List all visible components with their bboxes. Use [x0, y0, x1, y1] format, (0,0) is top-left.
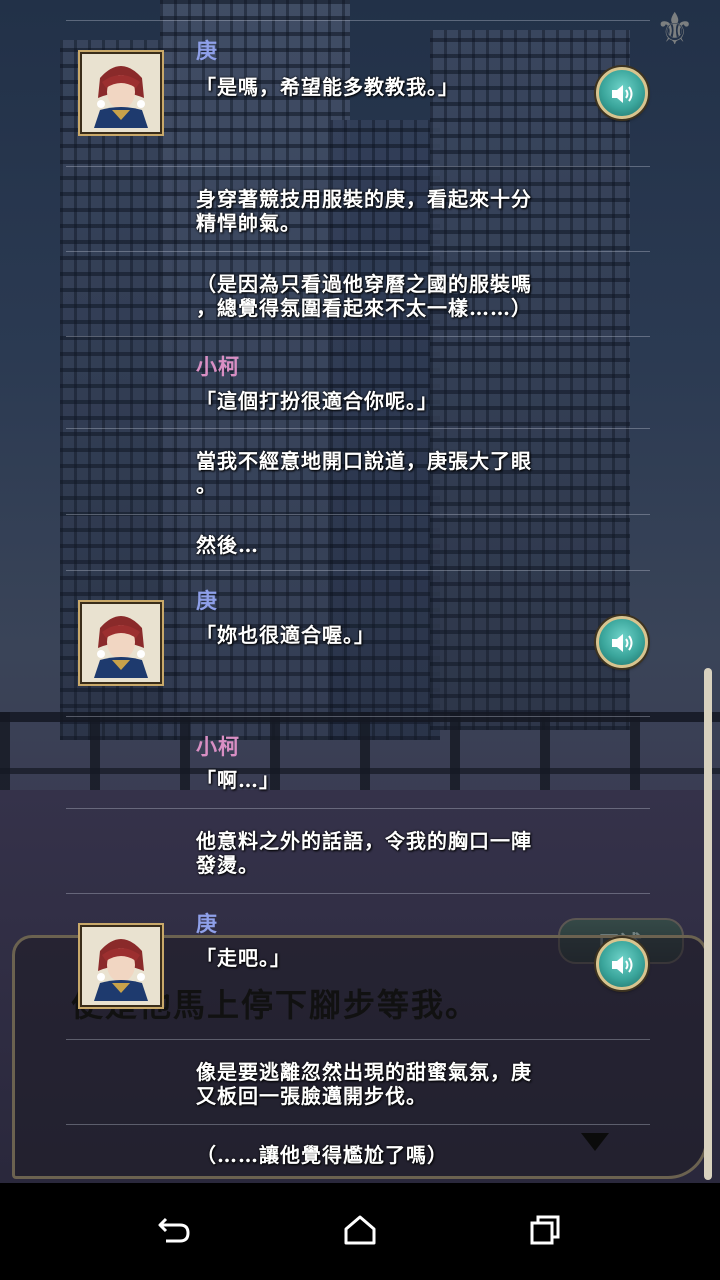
narration-text: 然後… — [196, 533, 259, 557]
back-arrow-icon — [158, 1217, 190, 1243]
log-entry-narration: 像是要逃離忽然出現的甜蜜氣氛，庚 又板回一張臉邁開步伐。 — [66, 1039, 650, 1125]
dialogue-text: 「這個打扮很適合你呢。」 — [196, 389, 438, 413]
voice-replay-button[interactable] — [596, 67, 648, 119]
log-entry-dialogue: 小柯 「這個打扮很適合你呢。」 — [66, 336, 650, 429]
voice-replay-button[interactable] — [596, 616, 648, 668]
speaker-icon — [612, 634, 633, 652]
speaker-icon — [612, 956, 633, 974]
narration-text: 像是要逃離忽然出現的甜蜜氣氛，庚 又板回一張臉邁開步伐。 — [196, 1060, 532, 1108]
scrollbar-thumb[interactable] — [704, 668, 712, 1180]
log-entry-narration: 身穿著競技用服裝的庚，看起來十分 精悍帥氣。 — [66, 166, 650, 252]
home-icon — [344, 1215, 376, 1245]
fleur-de-lis-icon: ⚜ — [655, 4, 695, 55]
log-entry-narration: 他意料之外的話語，令我的胸口一陣 發燙。 — [66, 808, 650, 894]
narration-text: （是因為只看過他穿曆之國的服裝嗎 ，總覺得氛圍看起來不太一樣……） — [196, 272, 532, 320]
log-entry-narration: （是因為只看過他穿曆之國的服裝嗎 ，總覺得氛圍看起來不太一樣……） — [66, 251, 650, 337]
dialogue-text: 「是嗎，希望能多教教我。」 — [196, 75, 459, 99]
log-entry-dialogue: 庚 「是嗎，希望能多教教我。」 — [66, 20, 650, 167]
android-nav-bar — [0, 1183, 720, 1280]
dialogue-text: 「啊…」 — [196, 768, 280, 792]
speaker-name: 庚 — [196, 911, 218, 936]
avatar-geng — [78, 600, 164, 686]
log-entry-narration: （……讓他覺得尷尬了嗎） — [66, 1124, 650, 1184]
backlog-list[interactable]: 庚 「是嗎，希望能多教教我。」 身穿著競技用服裝的庚，看起來十分 精悍帥氣。 （… — [66, 0, 650, 1183]
home-button[interactable] — [330, 1205, 390, 1255]
speaker-name: 庚 — [196, 588, 218, 613]
speaker-name: 小柯 — [196, 734, 240, 759]
back-button[interactable] — [144, 1205, 204, 1255]
dialogue-text: 「走吧。」 — [196, 946, 291, 970]
log-entry-dialogue: 小柯 「啊…」 — [66, 716, 650, 809]
recents-icon — [530, 1215, 560, 1245]
narration-text: 身穿著競技用服裝的庚，看起來十分 精悍帥氣。 — [196, 187, 532, 235]
speaker-icon — [612, 85, 633, 103]
narration-text: 當我不經意地開口說道，庚張大了眼 。 — [196, 449, 532, 497]
speaker-name: 庚 — [196, 38, 218, 63]
log-entry-narration: 然後… — [66, 514, 650, 571]
log-entry-dialogue: 庚 「走吧。」 — [66, 893, 650, 1040]
speaker-name: 小柯 — [196, 354, 240, 379]
narration-text: 他意料之外的話語，令我的胸口一陣 發燙。 — [196, 829, 532, 877]
avatar-geng — [78, 50, 164, 136]
dialogue-text: 「妳也很適合喔。」 — [196, 623, 375, 647]
avatar-geng — [78, 923, 164, 1009]
recents-button[interactable] — [516, 1205, 576, 1255]
narration-text: （……讓他覺得尷尬了嗎） — [196, 1143, 448, 1167]
voice-replay-button[interactable] — [596, 938, 648, 990]
log-entry-narration: 當我不經意地開口說道，庚張大了眼 。 — [66, 428, 650, 515]
log-entry-dialogue: 庚 「妳也很適合喔。」 — [66, 570, 650, 717]
